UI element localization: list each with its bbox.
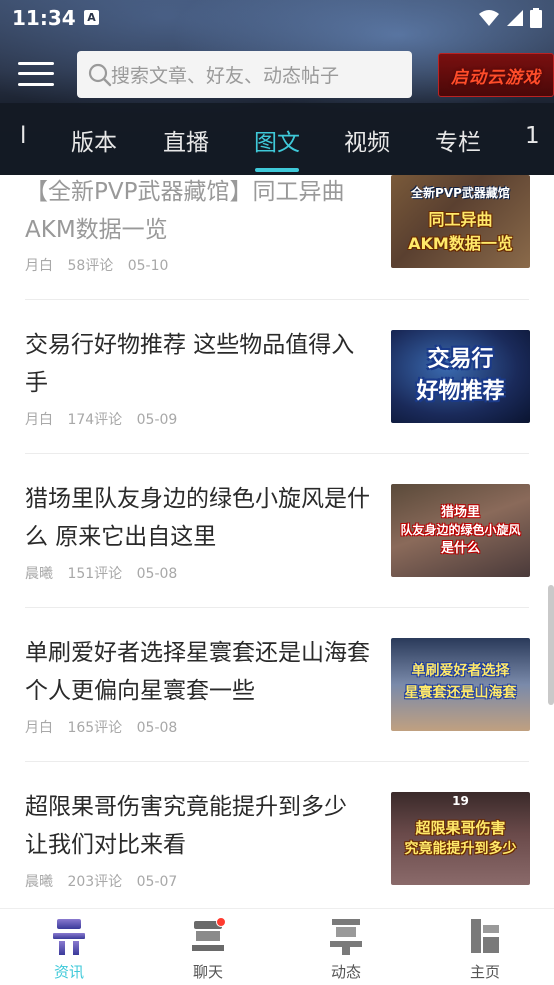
tab-live[interactable]: 直播 [163, 123, 209, 157]
wifi-icon [479, 10, 499, 26]
thumb-caption: AKM数据一览 [408, 234, 513, 253]
thumb-caption: 超限果哥伤害 [415, 819, 506, 837]
article-list: 【全新PVP武器藏馆】同工异曲AKM数据一览 月白 58评论 05-10 全新P… [0, 175, 554, 908]
tab-partial-right[interactable]: 1 [525, 123, 540, 149]
article-meta: 月白 58评论 05-10 [25, 255, 178, 275]
thumb-caption: 好物推荐 [416, 379, 505, 404]
article-thumbnail: 猎场里 队友身边的绿色小旋风 是什么 [391, 484, 530, 577]
article-comments: 165评论 [67, 720, 123, 736]
cloud-game-button[interactable]: 启动云游戏 [438, 53, 554, 97]
article-meta: 晨曦 151评论 05-08 [25, 563, 187, 583]
article-date: 05-10 [127, 258, 169, 274]
status-icons [478, 8, 542, 28]
nav-feed-label: 动态 [330, 963, 361, 981]
chat-unread-badge [216, 917, 226, 927]
menu-bar-2 [18, 72, 54, 76]
scrollbar-thumb[interactable] [548, 585, 554, 705]
thumb-caption: 猎场里 [440, 505, 480, 520]
article-item[interactable]: 交易行好物推荐 这些物品值得入手 月白 174评论 05-09 交易行 好物推荐 [0, 300, 554, 454]
thumb-caption: 同工异曲 [428, 210, 493, 229]
article-thumbnail: 全新PVP武器藏馆 同工异曲 AKM数据一览 [391, 175, 530, 268]
tab-video[interactable]: 视频 [344, 123, 390, 157]
article-item[interactable]: 超限果哥伤害究竟能提升到多少 让我们对比来看 晨曦 203评论 05-07 19… [0, 762, 554, 908]
article-comments: 174评论 [67, 412, 123, 428]
tab-column[interactable]: 专栏 [435, 123, 481, 157]
nav-chat[interactable]: 聊天 [168, 915, 248, 982]
status-bar: 11:34 A [0, 0, 554, 38]
article-title: 超限果哥伤害究竟能提升到多少 让我们对比来看 [25, 794, 347, 858]
thumb-score: 19 [452, 794, 469, 808]
article-author: 月白 [25, 720, 53, 736]
article-meta: 月白 174评论 05-09 [25, 409, 187, 429]
home-glyph-icon [465, 915, 505, 959]
article-comments: 58评论 [67, 258, 114, 274]
thumb-caption: 队友身边的绿色小旋风 [400, 523, 521, 537]
signal-icon [507, 10, 523, 26]
thumb-caption: 交易行 [427, 347, 494, 372]
article-thumbnail: 交易行 好物推荐 [391, 330, 530, 423]
article-comments: 151评论 [67, 566, 123, 582]
thumb-caption: 究竟能提升到多少 [404, 841, 517, 857]
search-input[interactable]: 搜索文章、好友、动态帖子 [77, 51, 412, 98]
search-placeholder: 搜索文章、好友、动态帖子 [111, 65, 340, 87]
nav-feed[interactable]: 动态 [306, 915, 386, 982]
bottom-navigation: 资讯 聊天 动态 主页 [0, 908, 554, 985]
article-item[interactable]: 单刷爱好者选择星寰套还是山海套 个人更偏向星寰套一些 月白 165评论 05-0… [0, 608, 554, 762]
thumb-caption: 全新PVP武器藏馆 [411, 186, 510, 200]
news-glyph-icon [49, 915, 89, 959]
article-title: 交易行好物推荐 这些物品值得入手 [25, 332, 355, 396]
app-header: 11:34 A 搜索文章、好友、动态帖子 启动云游戏 l 版本 直播 图文 视频… [0, 0, 554, 175]
nav-chat-label: 聊天 [192, 963, 223, 981]
article-date: 05-09 [136, 412, 178, 428]
article-title: 猎场里队友身边的绿色小旋风是什么 原来它出自这里 [25, 486, 370, 550]
thumb-caption: 是什么 [440, 541, 480, 556]
article-author: 晨曦 [25, 566, 53, 582]
nav-news-label: 资讯 [53, 963, 84, 981]
article-title: 【全新PVP武器藏馆】同工异曲AKM数据一览 [25, 179, 345, 243]
article-comments: 203评论 [67, 874, 123, 890]
article-item[interactable]: 猎场里队友身边的绿色小旋风是什么 原来它出自这里 晨曦 151评论 05-08 … [0, 454, 554, 608]
article-meta: 晨曦 203评论 05-07 [25, 871, 187, 891]
nav-home-label: 主页 [469, 963, 500, 981]
article-author: 月白 [25, 412, 53, 428]
article-meta: 月白 165评论 05-08 [25, 717, 187, 737]
thumb-caption: 单刷爱好者选择 [411, 663, 510, 679]
article-date: 05-07 [136, 874, 178, 890]
category-tabs: l 版本 直播 图文 视频 专栏 1 [0, 103, 554, 175]
tab-articles[interactable]: 图文 [254, 123, 300, 157]
article-thumbnail: 19 超限果哥伤害 究竟能提升到多少 [391, 792, 530, 885]
notification-a-icon: A [84, 10, 99, 25]
article-date: 05-08 [136, 566, 178, 582]
tab-partial-left[interactable]: l [20, 123, 26, 149]
menu-bar-3 [18, 83, 54, 87]
article-item[interactable]: 【全新PVP武器藏馆】同工异曲AKM数据一览 月白 58评论 05-10 全新P… [0, 175, 554, 300]
article-thumbnail: 单刷爱好者选择 星寰套还是山海套 [391, 638, 530, 731]
chat-glyph-icon [188, 915, 228, 959]
battery-icon [530, 8, 542, 28]
search-icon [87, 62, 113, 88]
feed-glyph-icon [326, 915, 366, 959]
menu-button[interactable] [16, 54, 56, 94]
tab-version[interactable]: 版本 [71, 123, 117, 157]
article-date: 05-08 [136, 720, 178, 736]
thumb-caption: 星寰套还是山海套 [404, 685, 517, 701]
article-author: 晨曦 [25, 874, 53, 890]
article-title: 单刷爱好者选择星寰套还是山海套 个人更偏向星寰套一些 [25, 640, 370, 704]
active-tab-indicator [255, 168, 299, 172]
status-time: 11:34 [12, 6, 76, 30]
article-author: 月白 [25, 258, 53, 274]
nav-home[interactable]: 主页 [445, 915, 525, 982]
menu-bar-1 [18, 61, 54, 65]
nav-news[interactable]: 资讯 [29, 915, 109, 982]
